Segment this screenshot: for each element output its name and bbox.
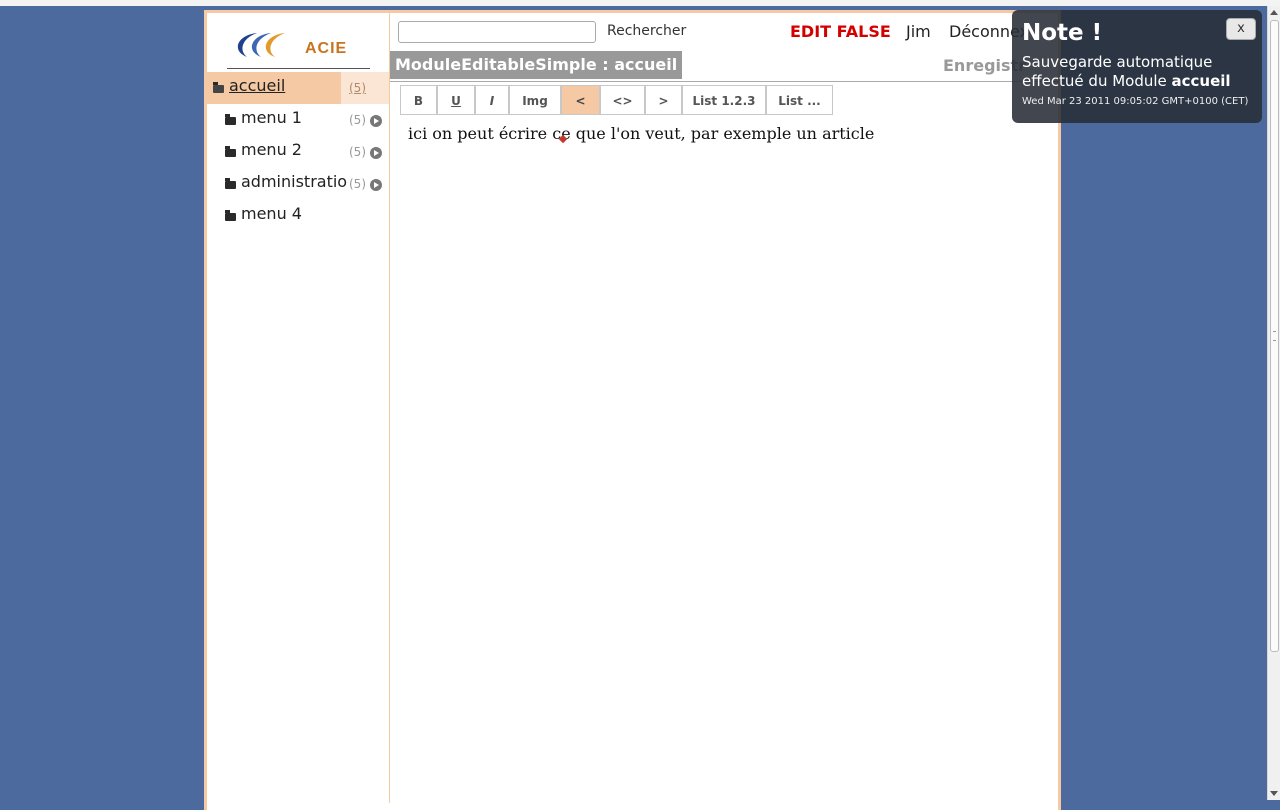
scrollbar-thumb[interactable] (1270, 20, 1279, 652)
underline-button[interactable]: U (437, 85, 475, 115)
notification-popup: Note ! x Sauvegarde automatique effectué… (1012, 10, 1262, 123)
folder-icon (225, 114, 236, 125)
sidebar-item-label[interactable]: accueil (229, 76, 285, 95)
folder-icon (225, 178, 236, 189)
close-button[interactable]: x (1226, 18, 1256, 40)
sidebar-item-menu-1[interactable]: menu 1 (5) (207, 104, 389, 136)
svg-text:ACIE: ACIE (305, 40, 347, 57)
scroll-grip-icon (1273, 331, 1276, 341)
search-button[interactable]: Rechercher (607, 23, 686, 39)
module-title: ModuleEditableSimple : accueil (390, 51, 683, 79)
expand-arrow-icon[interactable] (370, 115, 382, 127)
page-scrollbar[interactable] (1267, 6, 1280, 800)
sidebar-item-menu-2[interactable]: menu 2 (5) (207, 136, 389, 168)
align-right-button[interactable]: > (645, 85, 682, 115)
italic-button[interactable]: I (475, 85, 509, 115)
align-center-button[interactable]: <> (600, 85, 645, 115)
sidebar-item-menu-4[interactable]: menu 4 (207, 200, 389, 232)
count-box: (5) (341, 72, 389, 104)
search-input[interactable] (398, 21, 596, 43)
logo-divider (227, 68, 370, 69)
folder-icon (225, 146, 236, 157)
edit-status[interactable]: EDIT FALSE (790, 22, 891, 41)
browser-top-strip (0, 0, 1280, 6)
acie-logo: ACIE (237, 33, 347, 57)
editor-content[interactable]: ici on peut écrire ce que l'on veut, par… (408, 124, 874, 143)
item-count[interactable]: (5) (349, 81, 366, 95)
folder-icon (225, 210, 236, 221)
sidebar-item-label[interactable]: menu 4 (241, 204, 302, 223)
item-count: (5) (349, 113, 366, 127)
ordered-list-button[interactable]: List 1.2.3 (682, 85, 766, 115)
main-content: Rechercher EDIT FALSE Jim Déconnex Modul… (390, 13, 1058, 803)
item-count: (5) (349, 177, 366, 191)
sidebar-menu: accueil (5) menu 1 (5) menu 2 (5) admini… (207, 72, 389, 232)
align-left-button[interactable]: < (561, 85, 600, 115)
note-message: Sauvegarde automatique effectué du Modul… (1022, 53, 1254, 91)
scroll-down-arrow-icon[interactable] (1270, 791, 1278, 796)
note-module-name: accueil (1171, 72, 1231, 90)
sidebar: ACIE accueil (5) menu 1 (5) menu 2 (5) a… (207, 13, 390, 803)
unordered-list-button[interactable]: List ... (766, 85, 833, 115)
expand-arrow-icon[interactable] (370, 147, 382, 159)
expand-arrow-icon[interactable] (370, 179, 382, 191)
sidebar-item-accueil[interactable]: accueil (5) (207, 72, 389, 104)
scroll-up-arrow-icon[interactable] (1270, 10, 1278, 15)
sidebar-item-administration[interactable]: administratio (5) (207, 168, 389, 200)
user-name[interactable]: Jim (906, 22, 931, 41)
item-count: (5) (349, 145, 366, 159)
sidebar-item-label[interactable]: menu 2 (241, 140, 302, 159)
note-title: Note ! (1022, 20, 1103, 46)
sidebar-item-label[interactable]: menu 1 (241, 108, 302, 127)
image-button[interactable]: Img (509, 85, 561, 115)
module-titlebar: ModuleEditableSimple : accueil Enregistr (390, 51, 1058, 82)
page-container: ACIE accueil (5) menu 1 (5) menu 2 (5) a… (204, 10, 1061, 810)
sidebar-item-label[interactable]: administratio (241, 172, 347, 191)
folder-open-icon (213, 82, 224, 93)
note-date: Wed Mar 23 2011 09:05:02 GMT+0100 (CET) (1022, 96, 1249, 107)
bold-button[interactable]: B (400, 85, 437, 115)
